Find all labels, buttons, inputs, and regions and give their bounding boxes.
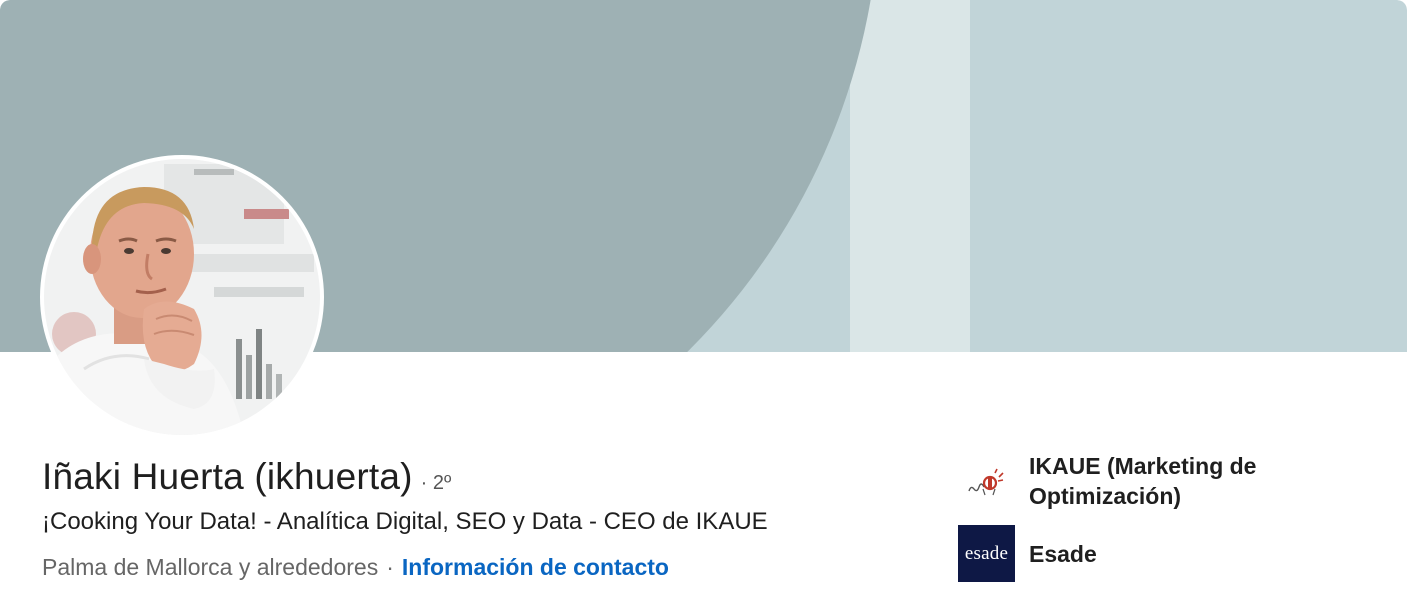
banner-band [850, 0, 970, 352]
profile-name: Iñaki Huerta (ikhuerta) [42, 456, 413, 497]
name-row: Iñaki Huerta (ikhuerta) · 2º [42, 456, 451, 498]
profile-avatar[interactable] [40, 155, 324, 439]
profile-photo [44, 159, 320, 435]
esade-logo-icon: esade [958, 525, 1015, 582]
org-item-esade[interactable]: esade Esade [958, 525, 1378, 582]
profile-headline: ¡Cooking Your Data! - Analítica Digital,… [42, 508, 768, 535]
contact-info-link[interactable]: Información de contacto [402, 554, 669, 581]
location-separator: · [386, 554, 394, 580]
org-name-esade: Esade [1029, 540, 1097, 567]
organizations-list: IKAUE (Marketing de Optimización) esade … [958, 451, 1378, 582]
ikaue-logo-icon [958, 453, 1015, 510]
location-row: Palma de Mallorca y alrededores · Inform… [42, 554, 669, 581]
profile-location: Palma de Mallorca y alrededores [42, 554, 379, 580]
connection-degree: · 2º [420, 472, 452, 494]
org-name-ikaue: IKAUE (Marketing de Optimización) [1029, 453, 1257, 509]
profile-card: Iñaki Huerta (ikhuerta) · 2º ¡Cooking Yo… [0, 0, 1407, 589]
org-item-ikaue[interactable]: IKAUE (Marketing de Optimización) [958, 451, 1378, 511]
